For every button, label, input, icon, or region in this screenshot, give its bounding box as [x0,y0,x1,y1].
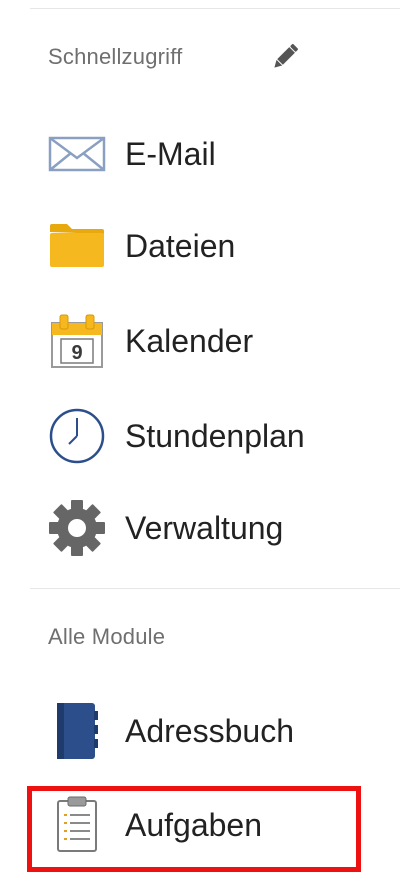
menu-item-label: Stundenplan [125,418,305,454]
top-divider [30,8,400,9]
menu-item-label: Kalender [125,323,254,359]
all-modules-heading: Alle Module [48,624,166,649]
highlight-box [27,786,361,872]
folder-icon [50,224,104,267]
clock-icon [49,408,105,464]
menu-item-files[interactable]: Dateien [0,206,400,286]
menu-item-address-book[interactable]: Adressbuch [0,691,400,771]
menu-item-calendar[interactable]: 9 Kalender [0,301,400,381]
gear-icon [49,500,105,556]
menu-item-administration[interactable]: Verwaltung [0,488,400,568]
address-book-icon [57,703,98,759]
menu-item-email[interactable]: E-Mail [0,114,400,194]
pencil-icon[interactable] [268,40,302,74]
menu-item-label: E-Mail [125,136,216,172]
menu-item-schedule[interactable]: Stundenplan [0,396,400,476]
menu-item-label: Adressbuch [125,713,294,749]
section-divider [30,588,400,589]
menu-item-label: Dateien [125,228,236,264]
envelope-icon [48,136,106,172]
calendar-day-number: 9 [71,342,82,364]
menu-item-label: Verwaltung [125,510,284,546]
calendar-icon: 9 [51,314,103,368]
quick-access-heading: Schnellzugriff [48,44,183,69]
